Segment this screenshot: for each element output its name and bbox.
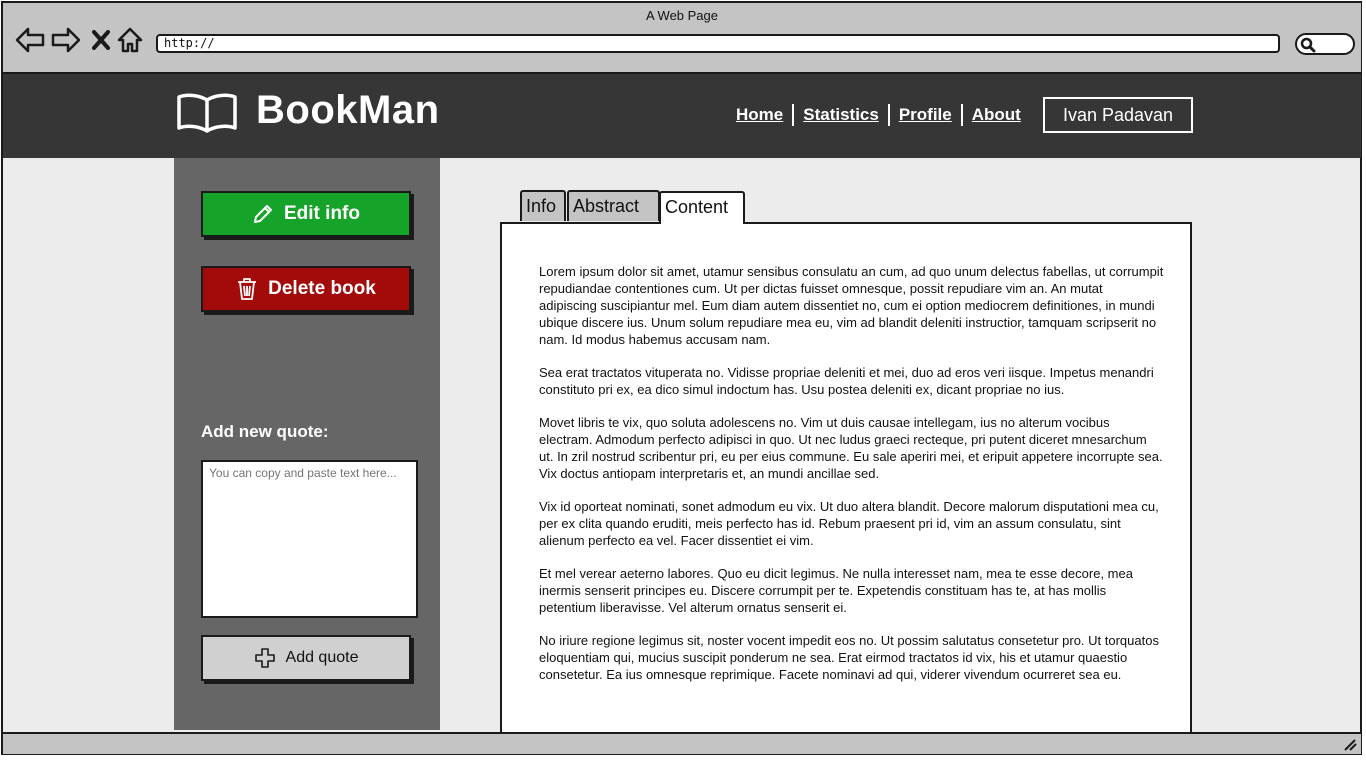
add-quote-heading: Add new quote:	[201, 422, 329, 441]
plus-icon	[254, 648, 275, 668]
nav-separator	[887, 104, 890, 126]
nav-separator	[960, 104, 963, 126]
forward-button[interactable]	[51, 25, 81, 55]
edit-info-label: Edit info	[284, 203, 360, 224]
nav-separator	[792, 104, 795, 126]
resize-grip-icon[interactable]	[1343, 739, 1357, 751]
close-icon	[92, 30, 110, 50]
arrow-left-icon	[15, 27, 45, 53]
quote-input[interactable]	[201, 460, 418, 618]
trash-icon	[238, 278, 257, 300]
add-quote-label: Add quote	[285, 649, 359, 666]
delete-book-label: Delete book	[268, 278, 376, 299]
user-account-button[interactable]: Ivan Padavan	[1043, 97, 1193, 133]
content-paragraph: Movet libris te vix, quo soluta adolesce…	[539, 415, 1163, 481]
pencil-icon	[254, 205, 272, 223]
home-icon	[117, 27, 143, 53]
content-panel: Lorem ipsum dolor sit amet, utamur sensi…	[500, 222, 1192, 734]
nav-profile-link[interactable]: Profile	[899, 105, 952, 125]
nav-about-link[interactable]: About	[972, 105, 1021, 125]
nav-statistics-link[interactable]: Statistics	[803, 105, 879, 125]
content-paragraph: Et mel verear aeterno labores. Quo eu di…	[539, 566, 1133, 615]
tab-abstract[interactable]: Abstract	[567, 190, 660, 221]
book-content-text: Lorem ipsum dolor sit amet, utamur sensi…	[539, 263, 1164, 699]
search-icon	[1300, 37, 1316, 53]
content-paragraph: No iriure regione legimus sit, noster vo…	[539, 633, 1159, 682]
main-nav: Home Statistics Profile About	[736, 104, 1021, 126]
arrow-right-icon	[51, 27, 81, 53]
delete-book-button[interactable]: Delete book	[201, 266, 411, 312]
browser-page-title: A Web Page	[645, 8, 719, 23]
tab-info[interactable]: Info	[520, 190, 566, 221]
site-header: BookMan Home Statistics Profile About Iv…	[3, 74, 1361, 158]
browser-search-field[interactable]	[1295, 33, 1355, 55]
stop-button[interactable]	[89, 25, 113, 55]
browser-toolbar: A Web Page http://	[3, 3, 1361, 74]
home-button[interactable]	[116, 25, 144, 55]
sidebar: Edit info Delete book Add new quote: Add…	[174, 158, 440, 730]
book-icon	[177, 93, 237, 133]
site-logo[interactable]: BookMan	[256, 88, 440, 133]
back-button[interactable]	[15, 25, 45, 55]
content-paragraph: Sea erat tractatos vituperata no. Vidiss…	[539, 365, 1154, 397]
tab-content[interactable]: Content	[659, 191, 745, 224]
browser-status-bar	[3, 732, 1361, 754]
edit-info-button[interactable]: Edit info	[201, 191, 411, 237]
url-bar[interactable]: http://	[156, 34, 1280, 53]
content-paragraph: Vix id oporteat nominati, sonet admodum …	[539, 499, 1159, 548]
content-paragraph: Lorem ipsum dolor sit amet, utamur sensi…	[539, 264, 1164, 347]
add-quote-button[interactable]: Add quote	[201, 635, 411, 681]
nav-home-link[interactable]: Home	[736, 105, 783, 125]
